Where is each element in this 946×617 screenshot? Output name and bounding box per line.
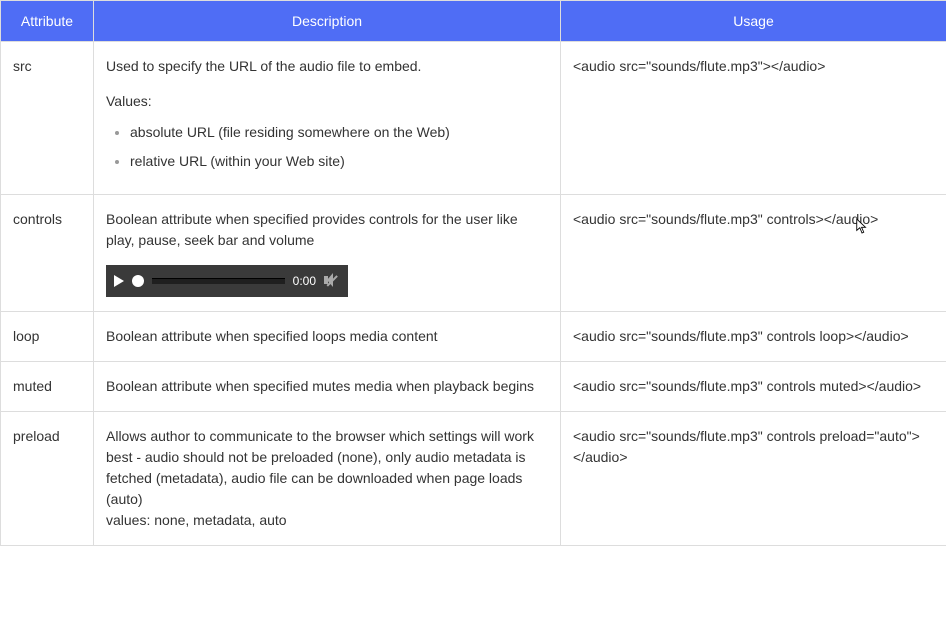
desc-text: Used to specify the URL of the audio fil… (106, 56, 548, 77)
header-attribute: Attribute (1, 1, 94, 42)
table-row: loop Boolean attribute when specified lo… (1, 312, 946, 362)
attr-usage: <audio src="sounds/flute.mp3" controls p… (561, 412, 946, 546)
table-row: muted Boolean attribute when specified m… (1, 362, 946, 412)
attr-usage: <audio src="sounds/flute.mp3" controls l… (561, 312, 946, 362)
values-label: Values: (106, 91, 548, 112)
attr-usage: <audio src="sounds/flute.mp3" controls><… (561, 195, 946, 312)
desc-text: Boolean attribute when specified provide… (106, 209, 548, 251)
header-usage: Usage (561, 1, 946, 42)
values-list: absolute URL (file residing somewhere on… (106, 122, 548, 172)
attr-name: preload (1, 412, 94, 546)
desc-text: Boolean attribute when specified loops m… (106, 326, 548, 347)
attr-description: Boolean attribute when specified provide… (94, 195, 561, 312)
time-label: 0:00 (293, 272, 316, 290)
table-row: src Used to specify the URL of the audio… (1, 42, 946, 195)
desc-text: Boolean attribute when specified mutes m… (106, 376, 548, 397)
attributes-table: Attribute Description Usage src Used to … (0, 0, 946, 546)
seek-thumb[interactable] (132, 275, 144, 287)
attr-description: Used to specify the URL of the audio fil… (94, 42, 561, 195)
attr-name: loop (1, 312, 94, 362)
attr-name: muted (1, 362, 94, 412)
attr-name: src (1, 42, 94, 195)
attr-usage: <audio src="sounds/flute.mp3"></audio> (561, 42, 946, 195)
desc-text: Allows author to communicate to the brow… (106, 426, 548, 510)
seek-track[interactable] (152, 278, 285, 284)
table-header-row: Attribute Description Usage (1, 1, 946, 42)
volume-muted-icon[interactable] (324, 273, 340, 289)
attr-usage: <audio src="sounds/flute.mp3" controls m… (561, 362, 946, 412)
table-row: controls Boolean attribute when specifie… (1, 195, 946, 312)
attr-description: Boolean attribute when specified loops m… (94, 312, 561, 362)
table-row: preload Allows author to communicate to … (1, 412, 946, 546)
desc-extra: values: none, metadata, auto (106, 510, 548, 531)
attr-description: Boolean attribute when specified mutes m… (94, 362, 561, 412)
usage-text: <audio src="sounds/flute.mp3" controls><… (573, 211, 878, 227)
audio-player[interactable]: 0:00 (106, 265, 348, 297)
attr-description: Allows author to communicate to the brow… (94, 412, 561, 546)
list-item: relative URL (within your Web site) (130, 151, 548, 172)
play-icon[interactable] (114, 275, 124, 287)
list-item: absolute URL (file residing somewhere on… (130, 122, 548, 143)
attr-name: controls (1, 195, 94, 312)
header-description: Description (94, 1, 561, 42)
